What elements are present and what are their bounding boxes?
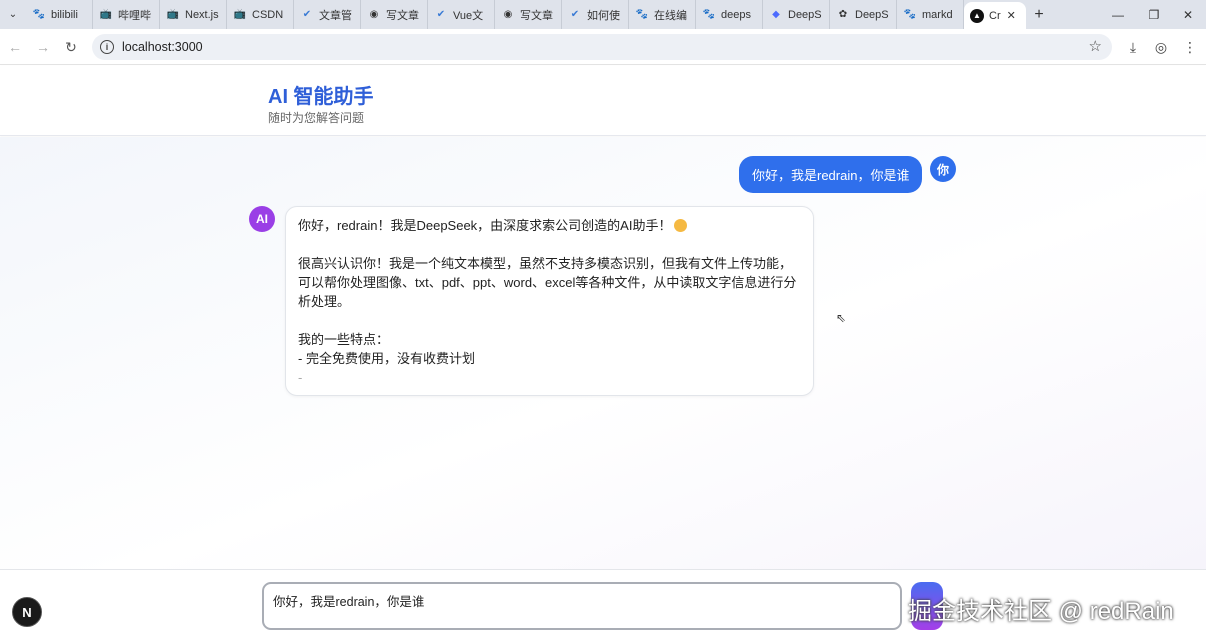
browser-tab[interactable]: ✔ Vue文 [428, 0, 495, 29]
browser-tab[interactable]: 🐾 bilibili [26, 0, 93, 29]
profile-icon[interactable]: ◎ [1151, 37, 1171, 57]
user-avatar: 你 [930, 156, 956, 182]
paw-icon: 🐾 [635, 9, 649, 20]
site-info-icon[interactable]: i [100, 40, 114, 54]
browser-tab[interactable]: ✿ DeepS [830, 0, 897, 29]
menu-kebab-icon[interactable]: ⋮ [1180, 37, 1200, 57]
browser-tab[interactable]: ◆ DeepS [763, 0, 830, 29]
browser-tab[interactable]: 📺 Next.js [160, 0, 227, 29]
globe-icon: ◉ [503, 9, 513, 20]
ai-avatar: AI [249, 206, 275, 232]
tab-search-chevron-icon[interactable]: ⌄ [0, 0, 26, 29]
globe-icon: ◉ [369, 9, 379, 20]
page-subtitle: 随时为您解答问题 [268, 111, 365, 125]
restore-icon[interactable]: ❐ [1136, 0, 1172, 29]
close-tab-icon[interactable]: ✕ [1007, 9, 1016, 22]
ai-message-line: 我的一些特点： [298, 332, 390, 347]
v-icon: ✔ [570, 9, 580, 20]
close-window-icon[interactable]: ✕ [1170, 0, 1206, 29]
bilibili-icon: 📺 [166, 9, 180, 20]
chat-messages: 你好，我是redrain，你是谁 你 AI 你好，redrain！我是DeepS… [0, 137, 1206, 569]
browser-tab[interactable]: 🐾 在线编 [629, 0, 696, 29]
page-title: AI 智能助手 [268, 86, 374, 108]
deepseek-icon: ◆ [772, 9, 780, 20]
browser-tabstrip: ⌄ 🐾 bilibili 📺 哔哩哔 📺 Next.js 📺 CSDN ✔ 文章管 ◉ 写文… [0, 0, 1206, 29]
paw-icon: 🐾 [903, 9, 917, 20]
user-message-bubble: 你好，我是redrain，你是谁 [739, 156, 923, 193]
bilibili-icon: 📺 [233, 9, 247, 20]
browser-tab[interactable]: ◉ 写文章 [495, 0, 562, 29]
browser-tab[interactable]: 🐾 deeps [696, 0, 763, 29]
paw-icon: 🐾 [32, 9, 46, 20]
browser-tab[interactable]: ✔ 如何使 [562, 0, 629, 29]
browser-toolbar: ← → ↻ i localhost:3000 ☆ ⤓ ◎ ⋮ [0, 29, 1206, 65]
watermark: 掘金技术社区 @ redRain [908, 598, 1174, 625]
browser-tab-active[interactable]: ▲ Cr ✕ [964, 2, 1026, 29]
forward-arrow-icon[interactable]: → [32, 36, 54, 58]
download-icon[interactable]: ⤓ [1123, 37, 1143, 57]
minimize-icon[interactable]: — [1100, 0, 1136, 29]
back-arrow-icon[interactable]: ← [4, 36, 26, 58]
nextjs-dev-badge[interactable]: N [12, 597, 42, 627]
address-bar[interactable]: i localhost:3000 ☆ [92, 34, 1112, 60]
url-text: localhost:3000 [122, 40, 203, 54]
browser-tab[interactable]: ◉ 写文章 [361, 0, 428, 29]
ai-message-line: - 完全免费使用，没有收费计划 [298, 351, 475, 366]
new-tab-button[interactable]: + [1026, 6, 1052, 24]
ai-message-line: 你好，redrain！我是DeepSeek，由深度求索公司创造的AI助手！ [298, 218, 672, 233]
openai-icon: ✿ [838, 9, 848, 20]
smile-emoji-icon [674, 219, 688, 232]
browser-tab[interactable]: 📺 哔哩哔 [93, 0, 160, 29]
app-header: AI 智能助手 随时为您解答问题 [0, 66, 1206, 136]
reload-icon[interactable]: ↻ [60, 36, 82, 58]
message-input[interactable]: 你好，我是redrain，你是谁 [262, 582, 902, 630]
browser-tab[interactable]: 📺 CSDN [227, 0, 294, 29]
paw-icon: 🐾 [702, 9, 716, 20]
ai-message-line: 很高兴认识你！我是一个纯文本模型，虽然不支持多模态识别，但我有文件上传功能，可以… [298, 256, 797, 309]
browser-tab[interactable]: ✔ 文章管 [294, 0, 361, 29]
browser-tab[interactable]: 🐾 markd [897, 0, 964, 29]
bilibili-icon: 📺 [99, 9, 113, 20]
nextjs-icon: ▲ [970, 8, 984, 23]
mouse-pointer-icon: ⇖ [836, 311, 847, 325]
v-icon: ✔ [302, 9, 312, 20]
ai-message-line: - [298, 370, 303, 385]
ai-message-bubble: 你好，redrain！我是DeepSeek，由深度求索公司创造的AI助手！ 很高… [285, 206, 814, 396]
bookmark-star-icon[interactable]: ☆ [1089, 37, 1102, 55]
v-icon: ✔ [436, 9, 446, 20]
